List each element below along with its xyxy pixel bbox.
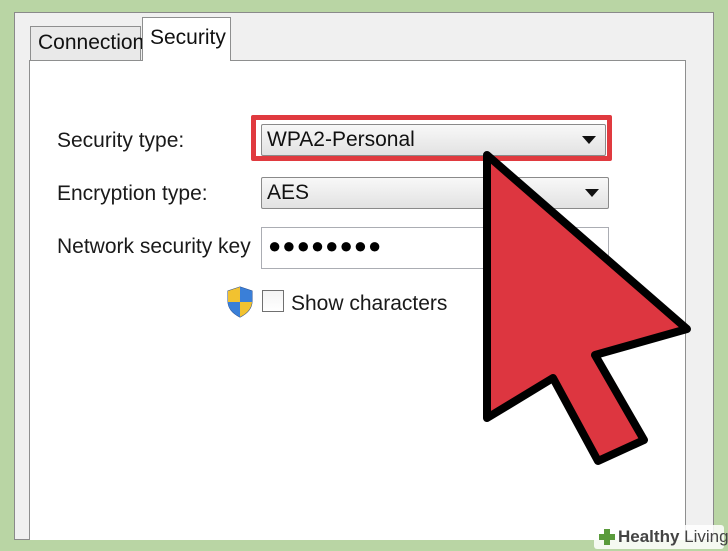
show-characters-checkbox[interactable] <box>262 290 284 312</box>
chevron-down-icon <box>585 189 599 197</box>
security-type-highlight <box>251 115 612 161</box>
security-type-label: Security type: <box>57 129 185 152</box>
network-key-input[interactable]: ●●●●●●●● <box>261 227 609 269</box>
tab-connection[interactable]: Connection <box>30 26 144 61</box>
network-key-value: ●●●●●●●● <box>268 233 383 258</box>
encryption-type-label: Encryption type: <box>57 182 208 205</box>
network-key-label: Network security key <box>57 235 251 258</box>
wireless-properties-window: Connection Security <box>14 12 714 540</box>
encryption-type-value: AES <box>267 181 310 204</box>
encryption-type-dropdown[interactable]: AES <box>261 177 609 209</box>
healthy-living-logo: Healthy Living <box>594 525 728 549</box>
tab-security[interactable]: Security <box>142 17 231 61</box>
show-characters-label[interactable]: Show characters <box>291 292 447 316</box>
tab-strip: Connection Security <box>30 13 630 61</box>
uac-shield-icon <box>227 286 253 318</box>
plus-icon <box>599 529 615 545</box>
watermark-text: Healthy Living <box>618 527 728 546</box>
